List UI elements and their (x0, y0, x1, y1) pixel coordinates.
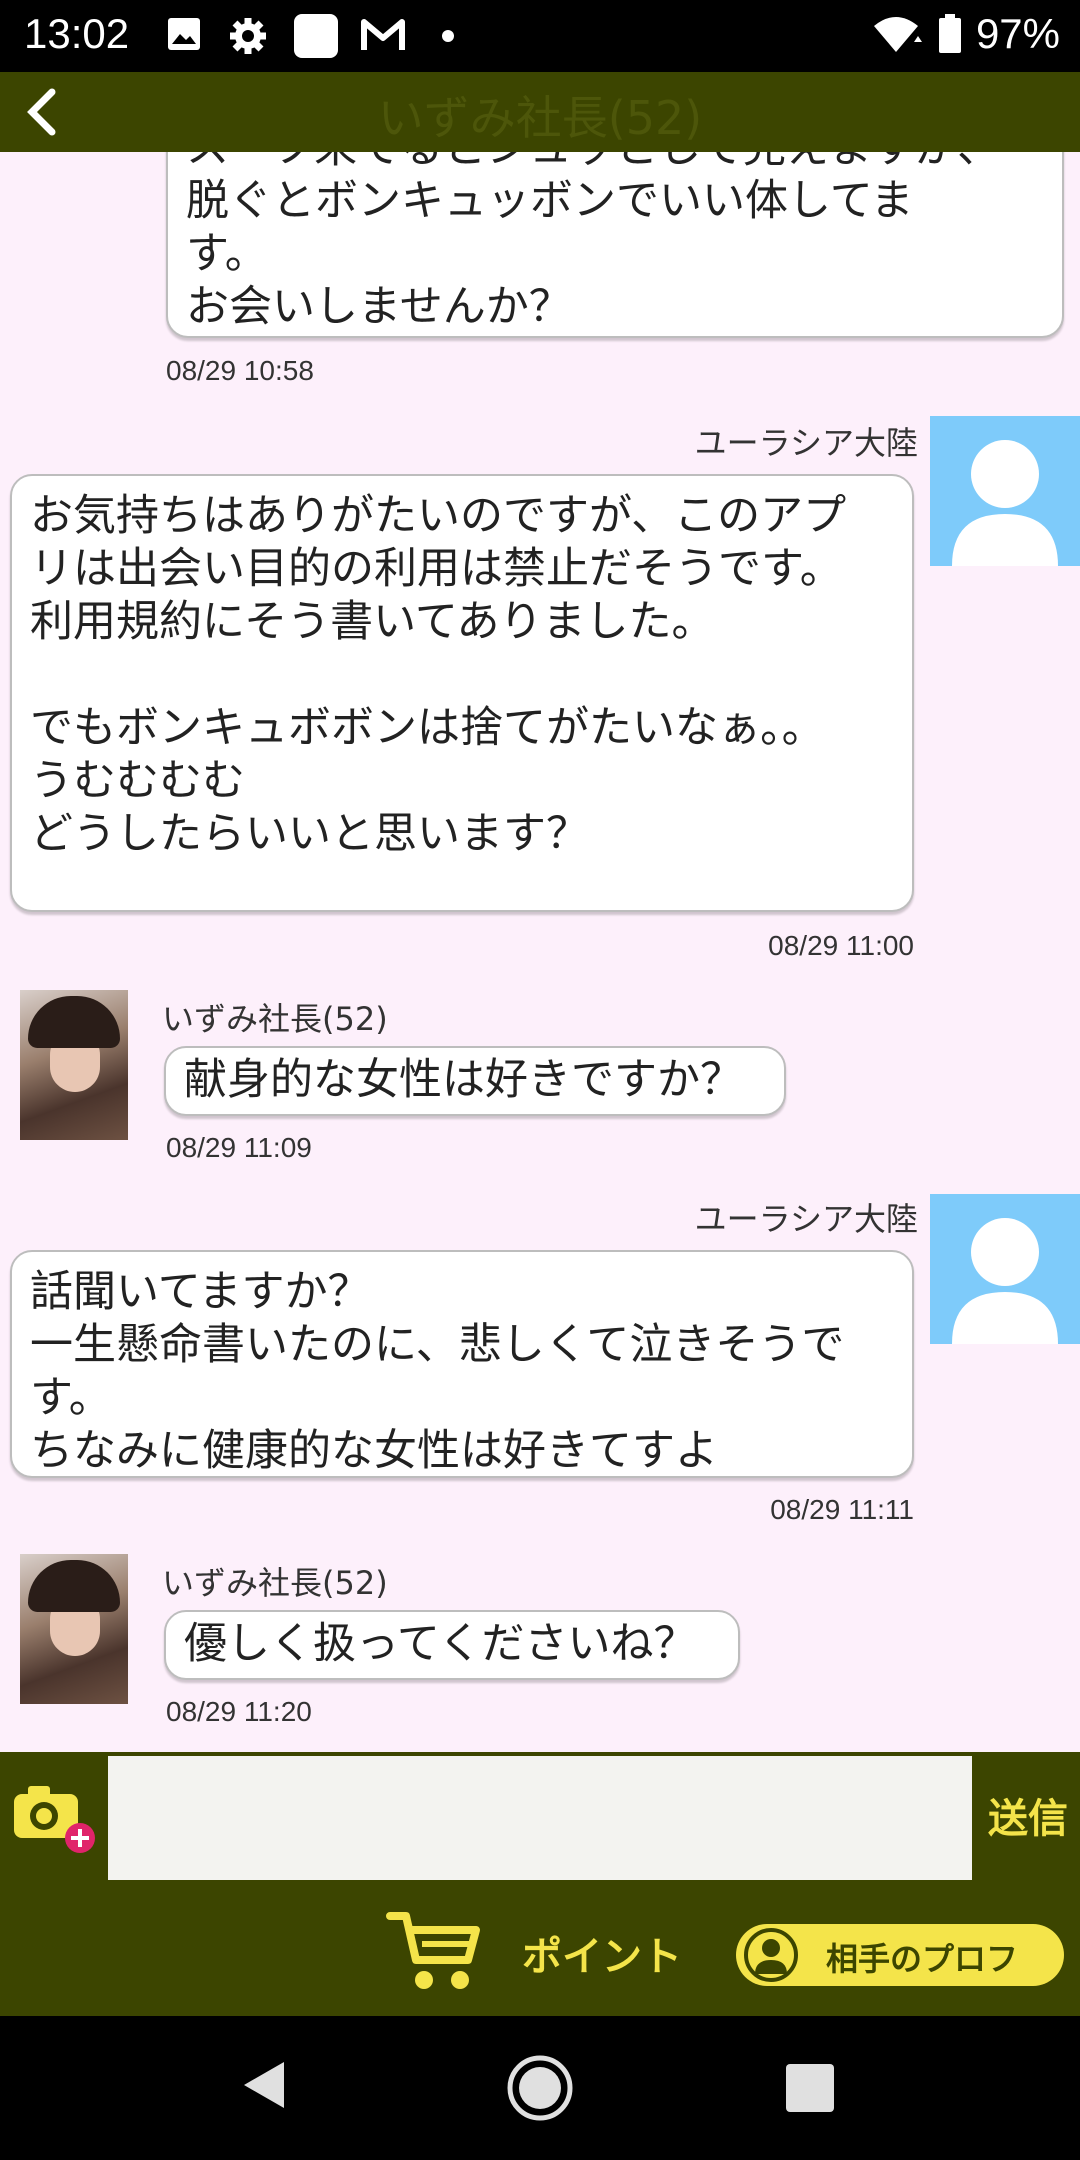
avatar[interactable] (20, 1554, 128, 1704)
person-glyph-icon (755, 1939, 787, 1974)
system-nav-bar (0, 2016, 1080, 2160)
sender-name: いずみ社長(52) (162, 1000, 388, 1038)
avatar-hair (28, 1560, 120, 1612)
chat-header: いずみ社長(52) (0, 72, 1080, 152)
gmail-icon (361, 19, 405, 50)
battery-icon (938, 14, 961, 53)
wifi-icon (873, 17, 922, 52)
settings-icon (230, 18, 266, 54)
points-button[interactable]: ポイント (522, 1924, 682, 1982)
sender-name: ユーラシア大陸 (694, 1200, 918, 1238)
partner-profile-button[interactable]: 相手のプロフ (736, 1924, 1064, 1986)
message-timestamp: 08/29 11:09 (166, 1132, 312, 1163)
message-bubble: スーツ来てるとシュッとして見えますが、 脱ぐとボンキュッボンでいい体してま す。… (166, 152, 1064, 338)
message-bubble: 話聞いてますか？ 一生懸命書いたのに、悲しくて泣きそうで す。 ちなみに健康的な… (10, 1250, 914, 1478)
sender-name: ユーラシア大陸 (694, 424, 918, 462)
nav-back-icon[interactable] (240, 2058, 288, 2112)
page-title: いずみ社長(52) (377, 91, 703, 145)
avatar[interactable] (930, 416, 1080, 566)
person-icon (952, 440, 1058, 566)
person-icon (744, 1928, 798, 1982)
message-bubble: 優しく扱ってくださいね？ (164, 1610, 740, 1680)
status-bar: 13:02 97% (0, 0, 1080, 72)
avatar-hair (28, 996, 120, 1048)
message-bubble: お気持ちはありがたいのですが、このアプ リは出会い目的の利用は禁止だそうです。 … (10, 474, 914, 912)
sender-name: いずみ社長(52) (162, 1564, 388, 1602)
nav-recents-icon[interactable] (786, 2064, 834, 2112)
status-right: 97% (872, 10, 1060, 58)
app-icon (294, 14, 338, 58)
cart-icon[interactable] (386, 1908, 482, 1994)
avatar[interactable] (930, 1194, 1080, 1344)
notification-dot (442, 30, 454, 42)
person-icon (952, 1218, 1058, 1344)
chat-area[interactable]: スーツ来てるとシュッとして見えますが、 脱ぐとボンキュッボンでいい体してま す。… (0, 152, 1080, 1752)
nav-home-icon[interactable] (506, 2054, 574, 2122)
message-bubble: 献身的な女性は好きですか？ (164, 1046, 786, 1116)
message-input[interactable] (108, 1756, 972, 1880)
message-timestamp: 08/29 11:11 (770, 1494, 914, 1525)
message-timestamp: 08/29 10:58 (166, 355, 314, 386)
partner-profile-label: 相手のプロフ (826, 1940, 1019, 1978)
message-timestamp: 08/29 11:00 (768, 930, 914, 961)
message-timestamp: 08/29 11:20 (166, 1696, 312, 1727)
camera-add-icon[interactable] (10, 1782, 96, 1858)
send-button[interactable]: 送信 (988, 1786, 1068, 1844)
composer-bar: 送信 ポイント 相手のプロフ (0, 1752, 1080, 2016)
image-icon (168, 18, 200, 50)
battery-level: 97% (975, 10, 1060, 57)
status-time: 13:02 (24, 10, 130, 57)
avatar[interactable] (20, 990, 128, 1140)
